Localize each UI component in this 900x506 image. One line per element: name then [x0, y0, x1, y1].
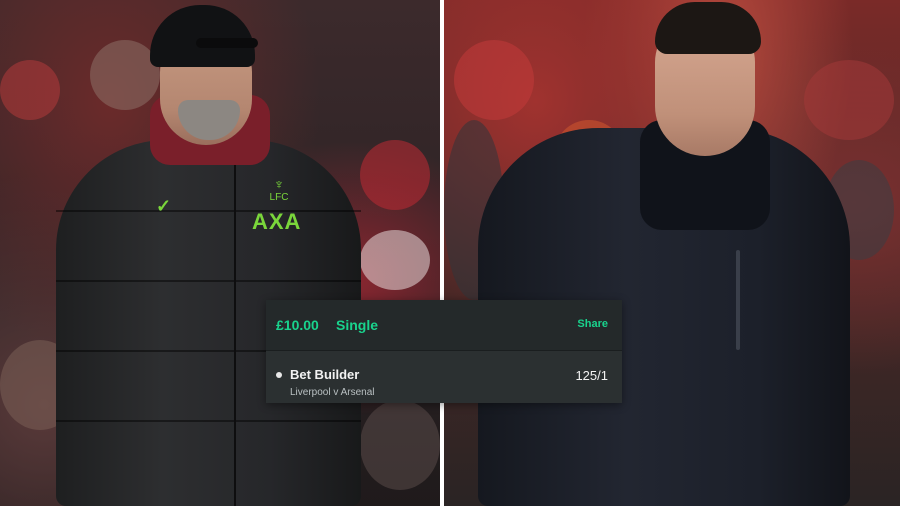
crowd-figure: [360, 140, 430, 210]
coat-zip: [736, 250, 740, 350]
swoosh-logo-icon: ✓: [156, 196, 172, 216]
odds-value: 125/1: [575, 368, 608, 383]
coach-cap: [150, 5, 255, 67]
crowd-figure: [454, 40, 534, 120]
crowd-figure: [360, 230, 430, 290]
selection-name: Bet Builder: [290, 367, 360, 382]
coach-hair: [655, 2, 761, 54]
bet-selection-row: Bet Builder Liverpool v Arsenal 125/1: [266, 351, 622, 403]
bet-type: Single: [336, 317, 379, 333]
left-photo: ✓ ♆ LFC AXA: [0, 0, 440, 506]
stake-amount: £10.00: [276, 317, 319, 333]
crowd-figure: [360, 400, 440, 490]
crowd-figure: [0, 60, 60, 120]
bullet-icon: [276, 372, 282, 378]
sponsor-logo: AXA: [252, 209, 302, 234]
bet-slip-header: £10.00 Single Share: [266, 300, 622, 351]
crowd-figure: [804, 60, 894, 140]
jacket-zip: [234, 160, 236, 506]
bet-slip: £10.00 Single Share Bet Builder Liverpoo…: [266, 300, 622, 403]
club-crest-icon: ♆ LFC: [269, 176, 289, 203]
event-name: Liverpool v Arsenal: [290, 387, 375, 398]
cap-brim: [196, 38, 258, 48]
share-button[interactable]: Share: [577, 318, 608, 330]
